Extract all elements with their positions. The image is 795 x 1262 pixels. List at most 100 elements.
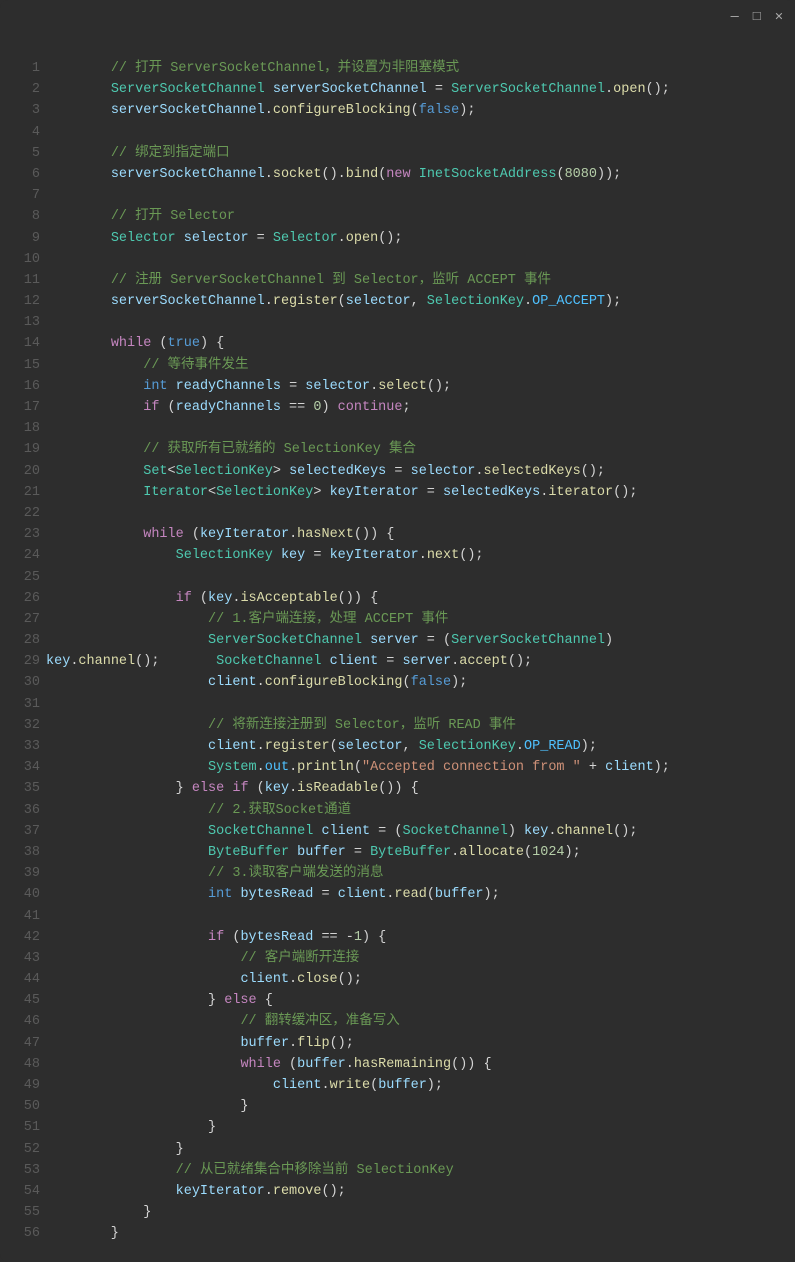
code-line[interactable]: int bytesRead = client.read(buffer);	[46, 884, 795, 905]
line-number: 7	[0, 185, 40, 206]
close-icon[interactable]: ✕	[775, 7, 783, 28]
line-number: 52	[0, 1139, 40, 1160]
code-line[interactable]: while (buffer.hasRemaining()) {	[46, 1054, 795, 1075]
code-line[interactable]: // 打开 ServerSocketChannel，并设置为非阻塞模式	[46, 58, 795, 79]
code-line[interactable]: // 将新连接注册到 Selector，监听 READ 事件	[46, 715, 795, 736]
code-line[interactable]: if (readyChannels == 0) continue;	[46, 397, 795, 418]
code-area[interactable]: // 打开 ServerSocketChannel，并设置为非阻塞模式 Serv…	[46, 58, 795, 1245]
code-line[interactable]: ByteBuffer buffer = ByteBuffer.allocate(…	[46, 842, 795, 863]
line-number: 33	[0, 736, 40, 757]
line-number: 14	[0, 333, 40, 354]
line-number: 38	[0, 842, 40, 863]
code-line[interactable]: // 等待事件发生	[46, 355, 795, 376]
code-line[interactable]: keyIterator.remove();	[46, 1181, 795, 1202]
code-line[interactable]	[46, 249, 795, 270]
code-line[interactable]: System.out.println("Accepted connection …	[46, 757, 795, 778]
code-line[interactable]: serverSocketChannel.register(selector, S…	[46, 291, 795, 312]
code-line[interactable]: serverSocketChannel.configureBlocking(fa…	[46, 100, 795, 121]
line-number: 27	[0, 609, 40, 630]
code-line[interactable]: // 打开 Selector	[46, 206, 795, 227]
line-number: 55	[0, 1202, 40, 1223]
line-number: 23	[0, 524, 40, 545]
code-line[interactable]	[46, 567, 795, 588]
line-number-gutter: 1234567891011121314151617181920212223242…	[0, 58, 46, 1245]
code-line[interactable]: // 3.读取客户端发送的消息	[46, 863, 795, 884]
code-line[interactable]: key.channel(); SocketChannel client = se…	[46, 651, 795, 672]
code-line[interactable]: } else {	[46, 990, 795, 1011]
code-line[interactable]: } else if (key.isReadable()) {	[46, 778, 795, 799]
line-number: 49	[0, 1075, 40, 1096]
code-line[interactable]: }	[46, 1223, 795, 1244]
code-line[interactable]: // 1.客户端连接，处理 ACCEPT 事件	[46, 609, 795, 630]
minimize-icon[interactable]: —	[731, 7, 739, 28]
line-number: 39	[0, 863, 40, 884]
line-number: 20	[0, 461, 40, 482]
code-line[interactable]	[46, 418, 795, 439]
code-line[interactable]: Selector selector = Selector.open();	[46, 228, 795, 249]
code-line[interactable]: // 翻转缓冲区，准备写入	[46, 1011, 795, 1032]
code-line[interactable]: SelectionKey key = keyIterator.next();	[46, 545, 795, 566]
line-number: 54	[0, 1181, 40, 1202]
line-number: 22	[0, 503, 40, 524]
code-line[interactable]: client.register(selector, SelectionKey.O…	[46, 736, 795, 757]
code-line[interactable]: Set<SelectionKey> selectedKeys = selecto…	[46, 461, 795, 482]
code-line[interactable]: while (true) {	[46, 333, 795, 354]
line-number: 46	[0, 1011, 40, 1032]
code-line[interactable]: // 获取所有已就绪的 SelectionKey 集合	[46, 439, 795, 460]
code-line[interactable]: Iterator<SelectionKey> keyIterator = sel…	[46, 482, 795, 503]
line-number: 2	[0, 79, 40, 100]
code-line[interactable]: serverSocketChannel.socket().bind(new In…	[46, 164, 795, 185]
maximize-icon[interactable]: □	[753, 7, 761, 28]
code-line[interactable]: client.configureBlocking(false);	[46, 672, 795, 693]
line-number: 24	[0, 545, 40, 566]
line-number: 13	[0, 312, 40, 333]
line-number: 21	[0, 482, 40, 503]
code-editor[interactable]: 1234567891011121314151617181920212223242…	[0, 36, 795, 1245]
line-number: 5	[0, 143, 40, 164]
code-line[interactable]: }	[46, 1202, 795, 1223]
line-number: 56	[0, 1223, 40, 1244]
line-number: 12	[0, 291, 40, 312]
line-number: 9	[0, 228, 40, 249]
line-number: 10	[0, 249, 40, 270]
code-line[interactable]: // 2.获取Socket通道	[46, 800, 795, 821]
line-number: 18	[0, 418, 40, 439]
code-line[interactable]: int readyChannels = selector.select();	[46, 376, 795, 397]
line-number: 41	[0, 906, 40, 927]
code-line[interactable]	[46, 312, 795, 333]
code-line[interactable]: SocketChannel client = (SocketChannel) k…	[46, 821, 795, 842]
line-number: 11	[0, 270, 40, 291]
line-number: 48	[0, 1054, 40, 1075]
code-line[interactable]	[46, 694, 795, 715]
code-line[interactable]: if (bytesRead == -1) {	[46, 927, 795, 948]
code-line[interactable]: buffer.flip();	[46, 1033, 795, 1054]
line-number: 26	[0, 588, 40, 609]
code-line[interactable]: while (keyIterator.hasNext()) {	[46, 524, 795, 545]
line-number: 19	[0, 439, 40, 460]
line-number: 42	[0, 927, 40, 948]
code-line[interactable]: ServerSocketChannel server = (ServerSock…	[46, 630, 795, 651]
code-line[interactable]: // 客户端断开连接	[46, 948, 795, 969]
code-line[interactable]	[46, 906, 795, 927]
code-line[interactable]: client.write(buffer);	[46, 1075, 795, 1096]
line-number: 34	[0, 757, 40, 778]
code-line[interactable]: // 从已就绪集合中移除当前 SelectionKey	[46, 1160, 795, 1181]
line-number: 45	[0, 990, 40, 1011]
line-number: 1	[0, 58, 40, 79]
code-line[interactable]: // 注册 ServerSocketChannel 到 Selector，监听 …	[46, 270, 795, 291]
code-line[interactable]: // 绑定到指定端口	[46, 143, 795, 164]
line-number: 31	[0, 694, 40, 715]
code-line[interactable]: }	[46, 1139, 795, 1160]
code-line[interactable]: ServerSocketChannel serverSocketChannel …	[46, 79, 795, 100]
code-line[interactable]	[46, 503, 795, 524]
code-line[interactable]	[46, 122, 795, 143]
code-line[interactable]: if (key.isAcceptable()) {	[46, 588, 795, 609]
code-line[interactable]: }	[46, 1096, 795, 1117]
titlebar: — □ ✕	[0, 0, 795, 36]
code-line[interactable]	[46, 185, 795, 206]
line-number: 36	[0, 800, 40, 821]
code-line[interactable]: }	[46, 1117, 795, 1138]
line-number: 47	[0, 1033, 40, 1054]
code-line[interactable]: client.close();	[46, 969, 795, 990]
line-number: 44	[0, 969, 40, 990]
